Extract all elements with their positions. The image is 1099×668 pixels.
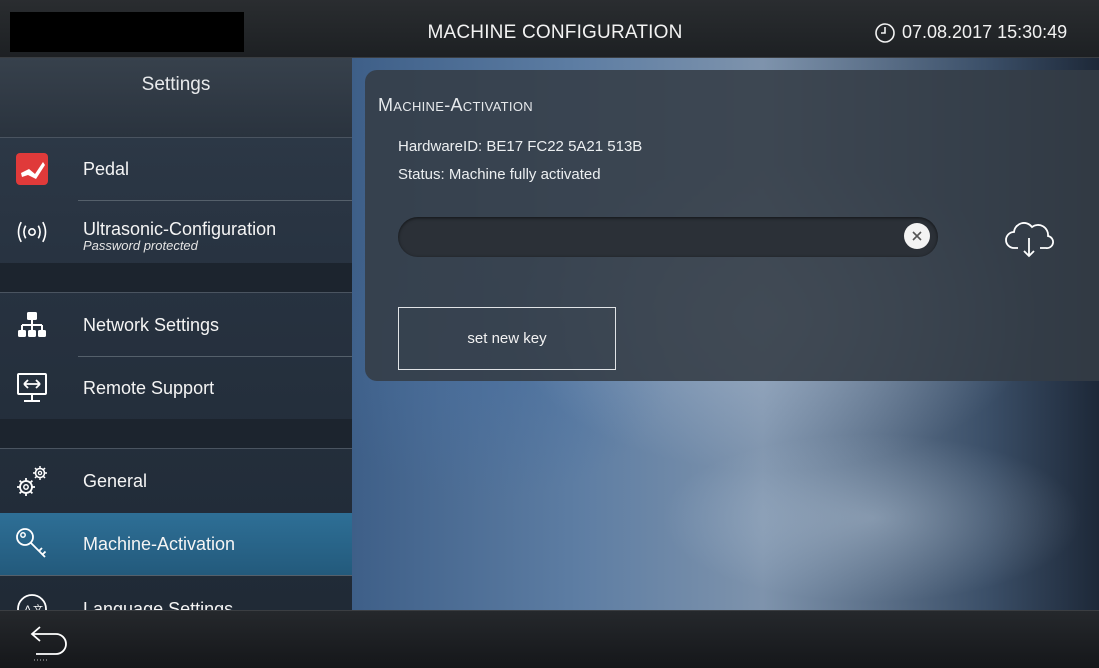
sidebar-item-label: Ultrasonic-Configuration (83, 219, 277, 239)
logo-area (10, 12, 244, 52)
set-new-key-button[interactable]: set new key (398, 307, 616, 370)
sidebar-spacer (0, 419, 352, 449)
pedal-icon (14, 151, 50, 187)
sidebar-item-remote-support[interactable]: Remote Support (0, 357, 352, 419)
sidebar-item-network-settings[interactable]: Network Settings (0, 294, 352, 356)
network-icon (14, 307, 50, 343)
password-protected-note: Password protected (83, 238, 198, 253)
svg-text:文: 文 (33, 603, 43, 610)
sidebar-item-ultrasonic-configuration[interactable]: Ultrasonic-Configuration Password protec… (0, 201, 352, 263)
clear-input-button[interactable] (904, 223, 930, 249)
sidebar-item-label: Network Settings (83, 314, 220, 335)
divider (0, 575, 352, 576)
page-title: MACHINE CONFIGURATION (427, 22, 683, 43)
sidebar-item-general[interactable]: General (0, 450, 352, 512)
bottom-bar (0, 610, 1099, 668)
remote-support-icon (14, 370, 50, 406)
datetime-display: 07.08.2017 15:30:49 (902, 22, 1068, 42)
sidebar-spacer (0, 263, 352, 293)
clock-icon (875, 23, 895, 43)
back-arrow-icon (30, 626, 67, 661)
cloud-download-icon (1005, 222, 1054, 258)
hardware-id-text: HardwareID: BE17 FC22 5A21 513B (398, 138, 643, 155)
gears-icon (14, 463, 50, 499)
sidebar-item-label: Machine-Activation (83, 533, 236, 554)
language-icon: A 文 (14, 591, 50, 610)
settings-sidebar: Settings Pedal Ultrasonic-Configuration … (0, 58, 352, 610)
sidebar-item-label: Remote Support (83, 377, 215, 398)
sidebar-item-pedal[interactable]: Pedal (0, 138, 352, 200)
sidebar-item-language-settings[interactable]: A 文 Language Settings (0, 578, 352, 610)
panel-title: Machine-Activation (378, 95, 533, 115)
key-icon (14, 526, 50, 562)
cloud-download-button[interactable] (1002, 218, 1058, 262)
back-button[interactable] (26, 619, 76, 663)
close-icon (912, 231, 922, 241)
sidebar-item-label: General (83, 470, 148, 491)
sidebar-item-label: Pedal (83, 158, 130, 179)
sidebar-item-label: Language Settings (83, 598, 234, 611)
activation-status-text: Status: Machine fully activated (398, 166, 601, 183)
sidebar-header: Settings (0, 58, 352, 138)
ultrasonic-icon (14, 214, 50, 250)
top-bar: MACHINE CONFIGURATION 07.08.2017 15:30:4… (0, 0, 1099, 58)
activation-key-input[interactable] (398, 217, 938, 257)
sidebar-item-machine-activation[interactable]: Machine-Activation (0, 513, 352, 575)
